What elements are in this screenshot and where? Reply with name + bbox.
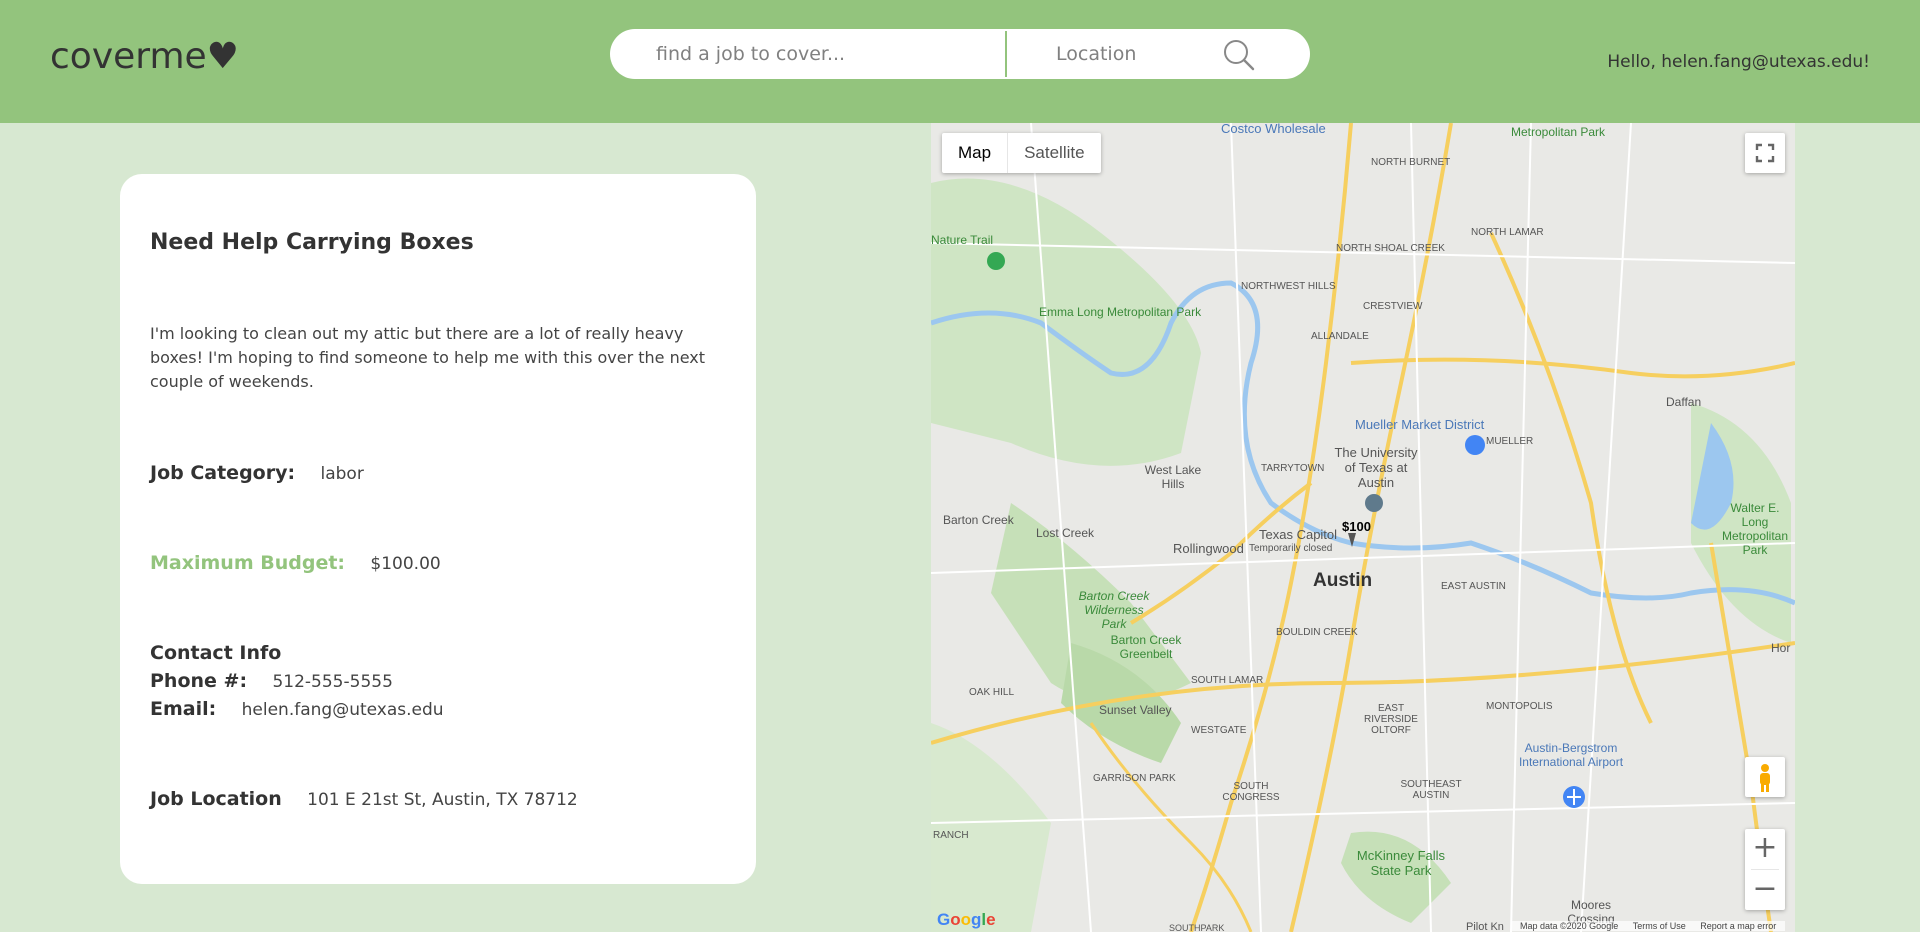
job-location-row: Job Location 101 E 21st St, Austin, TX 7… xyxy=(150,788,578,810)
map-label-north-shoal-creek: NORTH SHOAL CREEK xyxy=(1336,243,1445,254)
map-label-west-lake-hills: West Lake Hills xyxy=(1144,463,1202,491)
map-label-barton-creek-wilderness: Barton Creek Wilderness Park xyxy=(1078,589,1150,631)
google-map[interactable]: Map Satellite + − $100 Austin Costco Who… xyxy=(931,123,1795,932)
map-label-garrison-park: GARRISON PARK xyxy=(1093,773,1176,784)
zoom-out-button[interactable]: − xyxy=(1745,870,1785,910)
map-label-lost-creek: Lost Creek xyxy=(1036,526,1095,540)
map-label-east-riverside: EAST RIVERSIDE OLTORF xyxy=(1364,703,1418,736)
job-title: Need Help Carrying Boxes xyxy=(150,230,474,255)
search-bar xyxy=(610,29,1310,79)
map-label-allandale: ALLANDALE xyxy=(1311,331,1369,342)
job-category-label: Job Category: xyxy=(150,462,296,484)
map-label-temporarily-closed: Temporarily closed xyxy=(1249,543,1333,554)
search-divider xyxy=(1005,31,1007,77)
map-label-southpark: SOUTHPARK xyxy=(1169,923,1225,932)
job-category-row: Job Category: labor xyxy=(150,462,364,484)
map-label-north-burnet: NORTH BURNET xyxy=(1371,157,1451,168)
fullscreen-icon xyxy=(1755,143,1775,163)
max-budget-row: Maximum Budget: $100.00 xyxy=(150,552,441,574)
map-label-ut-austin: The University of Texas at Austin xyxy=(1334,445,1418,490)
map-label-montopolis: MONTOPOLIS xyxy=(1486,701,1553,712)
map-label-south-lamar: SOUTH LAMAR xyxy=(1191,675,1264,686)
map-label-north-lamar: NORTH LAMAR xyxy=(1471,227,1544,238)
job-location-label: Job Location xyxy=(150,788,282,810)
report-map-error-link[interactable]: Report a map error xyxy=(1700,921,1776,931)
map-label-oak-hill: OAK HILL xyxy=(969,687,1015,698)
google-logo[interactable]: Google xyxy=(937,910,996,930)
zoom-control: + − xyxy=(1745,829,1785,910)
top-navbar: coverme♥ Hello, helen.fang@utexas.edu! xyxy=(0,0,1920,123)
email-row: Email: helen.fang@utexas.edu xyxy=(150,698,444,720)
map-label-tarrytown: TARRYTOWN xyxy=(1261,463,1325,474)
map-type-control: Map Satellite xyxy=(942,133,1101,173)
map-label-mueller: MUELLER xyxy=(1486,436,1534,447)
email-label: Email: xyxy=(150,698,217,720)
map-label-bouldin-creek: BOULDIN CREEK xyxy=(1276,627,1358,638)
job-detail-card: Need Help Carrying Boxes I'm looking to … xyxy=(120,174,756,884)
map-label-walter-e-long: Walter E. Long Metropolitan Park xyxy=(1721,501,1789,557)
phone-row: Phone #: 512-555-5555 xyxy=(150,670,393,692)
map-label-barton-creek: Barton Creek xyxy=(943,513,1014,527)
map-label-east-austin: EAST AUSTIN xyxy=(1441,581,1506,592)
map-label-nature-trail: Nature Trail xyxy=(931,233,994,247)
location-search-input[interactable] xyxy=(1056,42,1216,66)
job-price-marker[interactable]: $100 xyxy=(1342,519,1371,534)
max-budget-value: $100.00 xyxy=(370,554,441,574)
job-description: I'm looking to clean out my attic but th… xyxy=(150,324,706,391)
phone-label: Phone #: xyxy=(150,670,248,692)
map-label-abia: Austin-Bergstrom International Airport xyxy=(1518,741,1624,769)
map-label-crestview: CRESTVIEW xyxy=(1363,301,1423,312)
street-view-pegman[interactable] xyxy=(1745,757,1785,797)
map-type-map-button[interactable]: Map xyxy=(942,133,1007,173)
map-label-mueller-market: Mueller Market District xyxy=(1355,417,1485,432)
phone-value: 512-555-5555 xyxy=(272,672,393,692)
map-label-costco: Costco Wholesale xyxy=(1221,123,1326,136)
map-label-westgate: WESTGATE xyxy=(1191,725,1247,736)
job-search-input[interactable] xyxy=(656,42,996,66)
email-value: helen.fang@utexas.edu xyxy=(241,700,444,720)
map-label-emma-long: Emma Long Metropolitan Park xyxy=(1039,305,1202,319)
job-location-value: 101 E 21st St, Austin, TX 78712 xyxy=(307,790,578,810)
pegman-icon xyxy=(1760,764,1770,792)
job-category-value: labor xyxy=(320,464,364,484)
coverme-logo[interactable]: coverme♥ xyxy=(50,36,239,77)
map-label-barton-creek-greenbelt: Barton Creek Greenbelt xyxy=(1110,633,1182,661)
user-greeting[interactable]: Hello, helen.fang@utexas.edu! xyxy=(1607,52,1870,72)
map-label-ranch: RANCH xyxy=(933,830,969,841)
search-icon[interactable] xyxy=(1222,38,1256,72)
map-label-mckinney-falls: McKinney Falls State Park xyxy=(1356,848,1446,878)
map-label-metropolitan-park: Metropolitan Park xyxy=(1511,125,1606,139)
map-label-rollingwood: Rollingwood xyxy=(1173,541,1244,556)
contact-info-heading: Contact Info xyxy=(150,642,282,664)
map-label-northwest-hills: NORTHWEST HILLS xyxy=(1241,281,1336,292)
map-label-south-congress: SOUTH CONGRESS xyxy=(1222,781,1280,803)
map-label-hor: Hor xyxy=(1771,641,1791,655)
map-data-credit: Map data ©2020 Google xyxy=(1520,921,1619,931)
map-label-pilot-knob: Pilot Kn xyxy=(1466,921,1504,932)
map-attribution: Map data ©2020 Google Terms of Use Repor… xyxy=(1511,921,1786,931)
map-label-daffan: Daffan xyxy=(1666,395,1702,409)
zoom-in-button[interactable]: + xyxy=(1745,829,1785,869)
map-label-texas-capitol: Texas Capitol xyxy=(1259,527,1338,542)
fullscreen-button[interactable] xyxy=(1745,133,1785,173)
terms-of-use-link[interactable]: Terms of Use xyxy=(1633,921,1686,931)
map-label-sunset-valley: Sunset Valley xyxy=(1099,703,1172,717)
max-budget-label: Maximum Budget: xyxy=(150,552,346,574)
map-label-southeast-austin: SOUTHEAST AUSTIN xyxy=(1400,779,1462,801)
map-type-satellite-button[interactable]: Satellite xyxy=(1007,133,1100,173)
map-city-label: Austin xyxy=(1313,570,1373,591)
